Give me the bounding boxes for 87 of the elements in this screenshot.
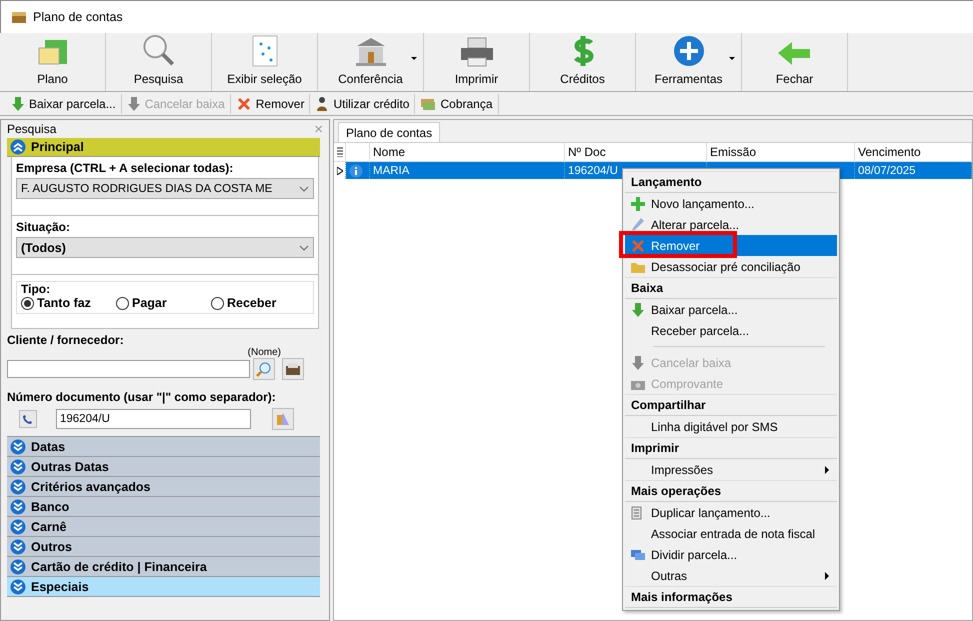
caret-icon[interactable]	[411, 57, 417, 60]
field-label: Número documento (usar "|" como separador):	[7, 390, 277, 404]
menu-item[interactable]: Outras	[625, 565, 837, 586]
menu-item[interactable]: Linha digitável por SMS	[625, 416, 837, 437]
section-header[interactable]: Outras Datas	[7, 457, 320, 477]
down-arrow-icon	[631, 354, 645, 370]
action-button[interactable]: Remover	[230, 94, 310, 114]
menu-item[interactable]: Associar entrada de nota fiscal	[625, 523, 837, 544]
search-icon	[256, 361, 272, 377]
chevron-down-icon	[299, 244, 309, 250]
search-button[interactable]	[253, 358, 275, 380]
expand-icon	[10, 498, 26, 514]
radio-label: Pagar	[132, 296, 167, 310]
company-dropdown[interactable]: F. AUGUSTO RODRIGUES DIAS DA COSTA ME	[16, 178, 314, 199]
menu-item[interactable]: Desassociar pré conciliação	[625, 256, 837, 277]
dotted-grid-icon	[250, 34, 278, 68]
menu-item[interactable]: Alterar parcela...	[625, 214, 837, 235]
eraser-icon	[275, 411, 291, 427]
menu-section-header: Baixa	[625, 277, 837, 299]
collapse-icon	[10, 139, 26, 155]
caret-icon[interactable]	[729, 57, 735, 60]
row-pointer-icon	[337, 166, 343, 174]
menu-item[interactable]: Baixar parcela...	[625, 299, 837, 320]
section-header[interactable]: Principal	[7, 138, 320, 157]
down-arrow-icon	[631, 302, 645, 318]
section-header[interactable]: Carnê	[7, 517, 320, 537]
remove-icon	[630, 238, 646, 254]
chevron-down-icon	[299, 186, 309, 192]
address-book-button[interactable]	[282, 358, 304, 380]
plus-icon	[630, 196, 646, 212]
search-icon	[140, 33, 176, 68]
menu-item[interactable]: Receber parcela...	[625, 320, 837, 341]
menu-section-header: Mais operações	[625, 480, 837, 502]
radio-button[interactable]	[211, 296, 224, 310]
money-icon	[420, 96, 436, 110]
menu-item[interactable]: Duplicar lançamento...	[625, 502, 837, 523]
address-book-icon	[285, 362, 301, 376]
client-input[interactable]	[7, 360, 250, 378]
radio-button[interactable]	[116, 296, 129, 310]
menu-section-header: Imprimir	[625, 437, 837, 459]
menu-item[interactable]: Novo lançamento...	[625, 193, 837, 214]
action-button[interactable]: Utilizar crédito	[310, 94, 416, 114]
plus-icon	[672, 34, 706, 68]
radio-label: Receber	[227, 296, 276, 310]
section-header[interactable]: Especiais	[7, 577, 320, 597]
expand-icon	[10, 518, 26, 534]
cards-icon	[630, 548, 646, 562]
info-icon	[349, 164, 363, 178]
expand-icon	[10, 438, 26, 454]
field-hint: (Nome)	[248, 347, 281, 358]
menu-section-header: Mais informações	[625, 586, 837, 608]
down-arrow-icon	[11, 96, 25, 112]
down-arrow-icon	[126, 96, 141, 112]
menu-section-header: Compartilhar	[625, 394, 837, 416]
expand-icon	[10, 478, 26, 494]
phone-button[interactable]	[19, 410, 37, 428]
expand-icon	[10, 538, 26, 554]
section-header[interactable]: Cartão de crédito | Financeira	[7, 557, 320, 577]
field-label: Cliente / fornecedor:	[7, 333, 125, 347]
pencil-icon	[630, 216, 646, 232]
radio-label: Tanto faz	[37, 296, 91, 310]
expand-icon	[10, 578, 26, 594]
radio-button[interactable]	[21, 296, 34, 310]
document-number-input[interactable]: 196204/U	[56, 409, 251, 429]
action-button[interactable]: Cobrança	[415, 94, 499, 114]
menu-item[interactable]: Impressões	[625, 459, 837, 480]
table-cell: MARIA	[370, 162, 565, 179]
tab[interactable]: Plano de contas	[338, 122, 440, 142]
menu-item[interactable]: Dividir parcela...	[625, 544, 837, 565]
columns-icon	[337, 147, 343, 157]
panel-title: Pesquisa	[7, 122, 56, 136]
expand-icon	[10, 558, 26, 574]
action-button[interactable]: Baixar parcela...	[6, 94, 122, 114]
field-label: Empresa (CTRL + A selecionar todas):	[16, 161, 234, 175]
menu-section-header: Lançamento	[625, 171, 837, 193]
remove-icon	[236, 96, 252, 112]
field-label: Situação:	[16, 220, 72, 234]
status-dropdown[interactable]: (Todos)	[16, 237, 314, 258]
section-header[interactable]: Critérios avançados	[7, 477, 320, 497]
group-label: Tipo:	[21, 282, 52, 296]
window-title: Plano de contas	[33, 10, 123, 24]
section-header[interactable]: Banco	[7, 497, 320, 517]
expand-icon	[10, 458, 26, 474]
phone-icon	[22, 414, 34, 424]
section-header[interactable]: Outros	[7, 537, 320, 557]
table-cell: 08/07/2025	[855, 162, 972, 179]
section-header[interactable]: Datas	[7, 437, 320, 457]
